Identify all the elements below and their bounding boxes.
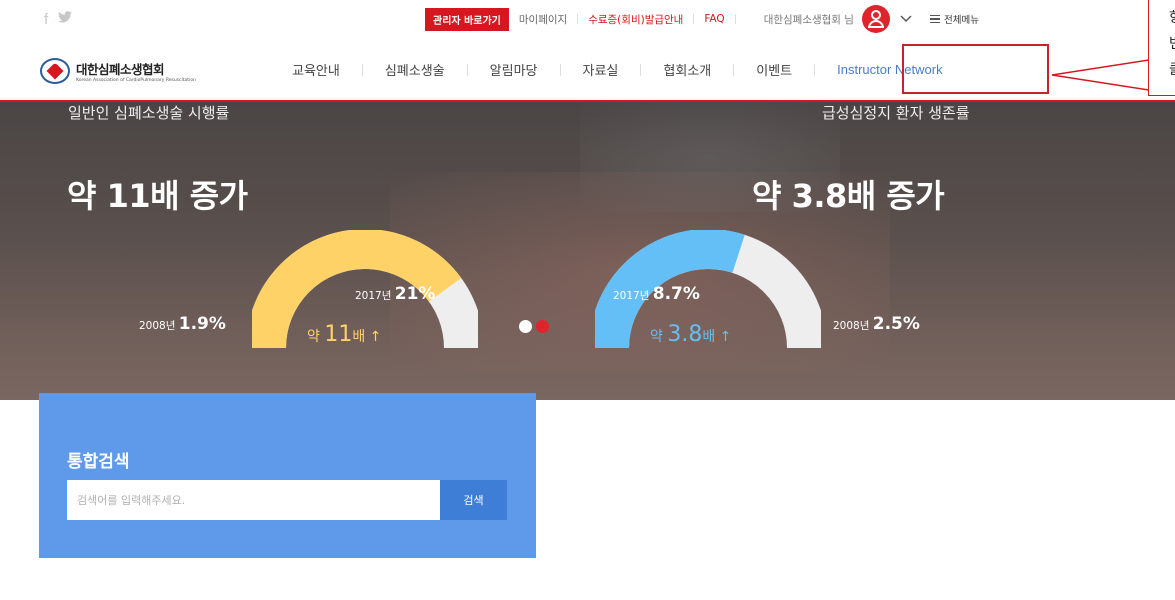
logo-name-ko: 대한심폐소생협회 bbox=[76, 62, 165, 77]
username-label: 대한심폐소생협회 님 bbox=[763, 13, 854, 26]
facebook-icon[interactable]: f bbox=[44, 11, 48, 28]
nav-item-education[interactable]: 교육안내 bbox=[270, 60, 362, 79]
nav-item-about[interactable]: 협회소개 bbox=[641, 60, 733, 79]
mypage-link[interactable]: 마이페이지 bbox=[519, 12, 567, 27]
twitter-icon[interactable] bbox=[58, 11, 73, 28]
logo-heart-icon bbox=[40, 58, 70, 84]
nav-menu: 교육안내 심폐소생술 알림마당 자료실 협회소개 이벤트 Instructor … bbox=[270, 60, 965, 79]
callout-line: 클 bbox=[1169, 57, 1175, 83]
slide-indicator bbox=[519, 320, 549, 333]
right-stat-headline: 약 3.8배 증가 bbox=[752, 177, 945, 215]
left-stat-label: 일반인 심폐소생술 시행률 bbox=[68, 104, 230, 122]
slide-dot-1[interactable] bbox=[519, 320, 532, 333]
right-stat-label: 급성심정지 환자 생존률 bbox=[822, 104, 970, 122]
certificate-info-link[interactable]: 수료증(회비)발급안내 bbox=[588, 12, 683, 27]
chevron-down-icon[interactable] bbox=[900, 12, 912, 26]
left-stat-old: 2008년 1.9% bbox=[139, 314, 226, 334]
callout-annotation: 항 번 클 bbox=[1148, 0, 1175, 96]
right-stat-old: 2008년 2.5% bbox=[833, 314, 920, 334]
separator bbox=[734, 14, 736, 24]
nav-item-cpr[interactable]: 심폐소생술 bbox=[363, 60, 467, 79]
integrated-search-panel: 통합검색 검색 bbox=[39, 393, 536, 558]
left-stat-new: 2017년 21% bbox=[355, 284, 436, 304]
top-utility-bar: f 관리자 바로가기 마이페이지 수료증(회비)발급안내 FAQ 대한심폐소생협… bbox=[0, 0, 1175, 38]
callout-line: 항 bbox=[1169, 5, 1175, 31]
nav-item-events[interactable]: 이벤트 bbox=[734, 60, 814, 79]
utility-links: 관리자 바로가기 마이페이지 수료증(회비)발급안내 FAQ 대한심폐소생협회 … bbox=[425, 5, 979, 33]
separator bbox=[693, 14, 695, 24]
callout-pointer bbox=[1051, 59, 1150, 91]
social-links: f bbox=[44, 11, 73, 28]
logo-name-en: Korean Association of CardioPulmonary Re… bbox=[76, 78, 196, 83]
instructor-network-highlight bbox=[902, 44, 1049, 94]
slide-dot-2[interactable] bbox=[536, 320, 549, 333]
nav-item-notices[interactable]: 알림마당 bbox=[468, 60, 560, 79]
left-stat-headline: 약 11배 증가 bbox=[67, 177, 248, 215]
user-avatar-icon[interactable] bbox=[861, 5, 890, 33]
search-title: 통합검색 bbox=[67, 452, 130, 472]
all-menu-label: 전체메뉴 bbox=[943, 15, 979, 26]
left-gauge-caption: 약 11배 ↑ bbox=[307, 322, 382, 347]
nav-item-resources[interactable]: 자료실 bbox=[561, 60, 641, 79]
separator bbox=[577, 14, 579, 24]
right-gauge-caption: 약 3.8배 ↑ bbox=[650, 322, 732, 347]
all-menu-button[interactable]: 전체메뉴 bbox=[929, 12, 979, 26]
faq-link[interactable]: FAQ bbox=[704, 13, 724, 25]
search-button[interactable]: 검색 bbox=[440, 480, 507, 520]
admin-shortcut-button[interactable]: 관리자 바로가기 bbox=[425, 7, 509, 31]
hero-banner: 일반인 심폐소생술 시행률 약 11배 증가 급성심정지 환자 생존률 약 3.… bbox=[0, 102, 1175, 400]
right-stat-new: 2017년 8.7% bbox=[613, 284, 700, 304]
search-input[interactable] bbox=[67, 480, 440, 520]
hamburger-icon bbox=[929, 15, 940, 23]
site-logo[interactable]: 대한심폐소생협회 Korean Association of CardioPul… bbox=[40, 58, 196, 84]
callout-line: 번 bbox=[1169, 31, 1175, 57]
